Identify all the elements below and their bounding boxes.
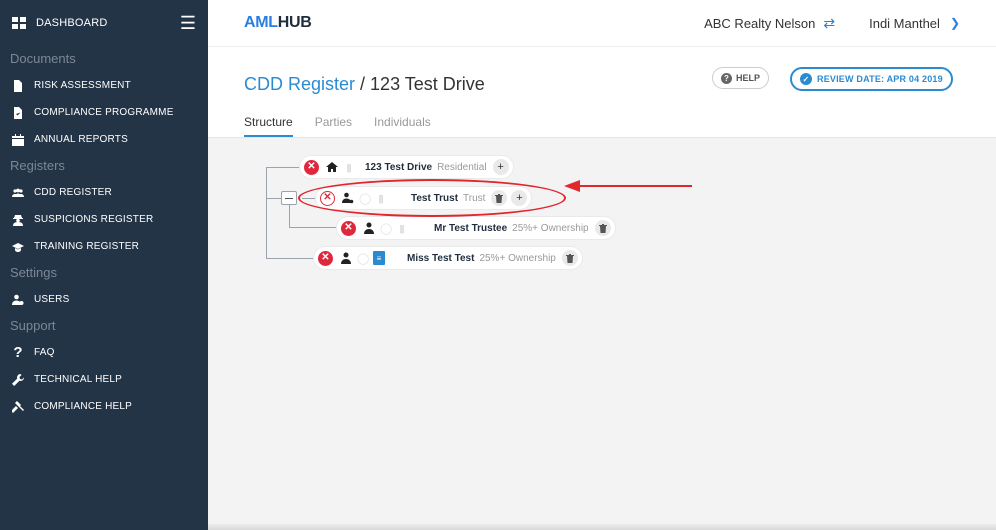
sidebar-item-training-register[interactable]: TRAINING REGISTER bbox=[0, 233, 208, 260]
sidebar-item-faq[interactable]: ? FAQ bbox=[0, 339, 208, 366]
tree-node-trustee[interactable]: ✕ ◯ ▮ Mr Test Trustee 25%+ Ownership bbox=[337, 217, 615, 239]
shield-placeholder-icon: ◯ bbox=[380, 222, 393, 235]
tab-individuals[interactable]: Individuals bbox=[374, 115, 431, 137]
sidebar-item-label: COMPLIANCE HELP bbox=[34, 401, 133, 412]
review-date-label: REVIEW DATE: APR 04 2019 bbox=[817, 74, 943, 84]
annotation-highlight-ellipse bbox=[298, 179, 566, 217]
breadcrumb-separator: / bbox=[355, 74, 371, 94]
help-label: HELP bbox=[736, 73, 761, 83]
dashboard-link[interactable]: DASHBOARD bbox=[36, 17, 180, 29]
sidebar-section-support: Support bbox=[10, 318, 56, 333]
sidebar-item-cdd-register[interactable]: CDD REGISTER bbox=[0, 179, 208, 206]
remove-icon[interactable]: ✕ bbox=[341, 220, 356, 236]
collapse-toggle[interactable] bbox=[281, 191, 297, 205]
node-name: 123 Test Drive bbox=[365, 161, 433, 173]
gavel-icon bbox=[11, 400, 25, 414]
question-circle-icon: ? bbox=[721, 72, 732, 84]
user-icon bbox=[362, 221, 376, 235]
remove-icon[interactable]: ✕ bbox=[318, 250, 333, 266]
document-placeholder-icon: ▮ bbox=[345, 161, 353, 174]
node-name: Miss Test Test bbox=[407, 252, 475, 264]
switch-organization-icon[interactable]: ⇄ bbox=[823, 15, 835, 32]
document-check-icon bbox=[11, 106, 25, 120]
sidebar-item-label: RISK ASSESSMENT bbox=[34, 80, 131, 91]
sidebar-item-technical-help[interactable]: TECHNICAL HELP bbox=[0, 366, 208, 393]
node-name: Mr Test Trustee bbox=[434, 222, 508, 234]
sidebar-item-label: FAQ bbox=[34, 347, 55, 358]
sidebar-item-label: ANNUAL REPORTS bbox=[34, 134, 128, 145]
node-type: 25%+ Ownership bbox=[479, 252, 556, 264]
sidebar-item-annual-reports[interactable]: ANNUAL REPORTS bbox=[0, 126, 208, 153]
sidebar-section-documents: Documents bbox=[10, 51, 76, 66]
node-type: 25%+ Ownership bbox=[512, 222, 589, 234]
sidebar-section-registers: Registers bbox=[10, 158, 65, 173]
menu-icon[interactable]: ☰ bbox=[180, 14, 196, 32]
user-menu[interactable]: Indi Manthel bbox=[869, 16, 940, 31]
chevron-down-icon[interactable]: ❯ bbox=[950, 16, 960, 30]
check-circle-icon: ✓ bbox=[800, 73, 812, 85]
user-cog-icon bbox=[11, 293, 25, 307]
sidebar-item-users[interactable]: USERS bbox=[0, 286, 208, 313]
structure-tree: ✕ ▮ 123 Test Drive Residential + ✕ ◯ ▮ T… bbox=[208, 138, 996, 530]
tree-connector bbox=[289, 227, 339, 228]
trash-icon[interactable] bbox=[561, 250, 578, 266]
sidebar-item-label: SUSPICIONS REGISTER bbox=[34, 214, 154, 225]
logo-hub: HUB bbox=[277, 14, 312, 31]
tree-connector bbox=[266, 258, 316, 259]
tab-structure[interactable]: Structure bbox=[244, 115, 293, 137]
user-secret-icon bbox=[11, 213, 25, 227]
tree-connector bbox=[266, 167, 302, 168]
add-icon[interactable]: + bbox=[492, 159, 509, 175]
tree-node-property[interactable]: ✕ ▮ 123 Test Drive Residential + bbox=[300, 156, 513, 178]
tab-parties[interactable]: Parties bbox=[315, 115, 352, 137]
remove-icon[interactable]: ✕ bbox=[304, 159, 319, 175]
question-icon: ? bbox=[13, 344, 23, 361]
sidebar-item-suspicions-register[interactable]: SUSPICIONS REGISTER bbox=[0, 206, 208, 233]
breadcrumb: CDD Register / 123 Test Drive bbox=[244, 74, 485, 95]
trash-icon[interactable] bbox=[594, 220, 611, 236]
graduation-cap-icon bbox=[11, 240, 25, 254]
annotation-arrow-icon bbox=[564, 180, 692, 192]
organization-name[interactable]: ABC Realty Nelson bbox=[704, 16, 815, 31]
page-title: 123 Test Drive bbox=[370, 74, 485, 94]
sidebar: DASHBOARD ☰ Documents RISK ASSESSMENT CO… bbox=[0, 0, 208, 530]
wrench-icon bbox=[11, 373, 25, 387]
bottom-edge bbox=[208, 524, 996, 530]
document-icon bbox=[11, 79, 25, 93]
breadcrumb-link-cdd-register[interactable]: CDD Register bbox=[244, 74, 355, 94]
page-header: CDD Register / 123 Test Drive ? HELP ✓ R… bbox=[208, 46, 996, 138]
tree-connector bbox=[289, 205, 290, 228]
sidebar-item-label: TRAINING REGISTER bbox=[34, 241, 140, 252]
logo-aml: AML bbox=[244, 14, 278, 31]
document-placeholder-icon: ▮ bbox=[398, 222, 406, 235]
sidebar-item-label: COMPLIANCE PROGRAMME bbox=[34, 107, 174, 118]
tree-node-individual[interactable]: ✕ ◯ ≡ Miss Test Test 25%+ Ownership bbox=[314, 247, 582, 269]
sidebar-section-settings: Settings bbox=[10, 265, 57, 280]
sidebar-item-compliance-help[interactable]: COMPLIANCE HELP bbox=[0, 393, 208, 420]
document-icon[interactable]: ≡ bbox=[373, 251, 385, 265]
shield-placeholder-icon: ◯ bbox=[357, 252, 370, 265]
sidebar-item-risk-assessment[interactable]: RISK ASSESSMENT bbox=[0, 72, 208, 99]
sidebar-item-label: CDD REGISTER bbox=[34, 187, 112, 198]
sidebar-item-label: USERS bbox=[34, 294, 70, 305]
home-icon bbox=[325, 160, 339, 174]
sidebar-header: DASHBOARD ☰ bbox=[0, 0, 208, 46]
help-button[interactable]: ? HELP bbox=[712, 67, 770, 89]
top-header: AMLHUB ABC Realty Nelson ⇄ Indi Manthel … bbox=[208, 0, 996, 46]
node-type: Residential bbox=[437, 161, 487, 173]
tab-bar: Structure Parties Individuals bbox=[244, 115, 453, 137]
tree-connector bbox=[266, 167, 267, 259]
review-date-button[interactable]: ✓ REVIEW DATE: APR 04 2019 bbox=[790, 67, 953, 91]
dashboard-icon bbox=[12, 17, 26, 29]
user-icon bbox=[339, 251, 353, 265]
app-logo[interactable]: AMLHUB bbox=[244, 14, 312, 32]
users-icon bbox=[11, 186, 25, 200]
sidebar-item-compliance-programme[interactable]: COMPLIANCE PROGRAMME bbox=[0, 99, 208, 126]
calendar-icon bbox=[11, 133, 25, 147]
sidebar-item-label: TECHNICAL HELP bbox=[34, 374, 123, 385]
